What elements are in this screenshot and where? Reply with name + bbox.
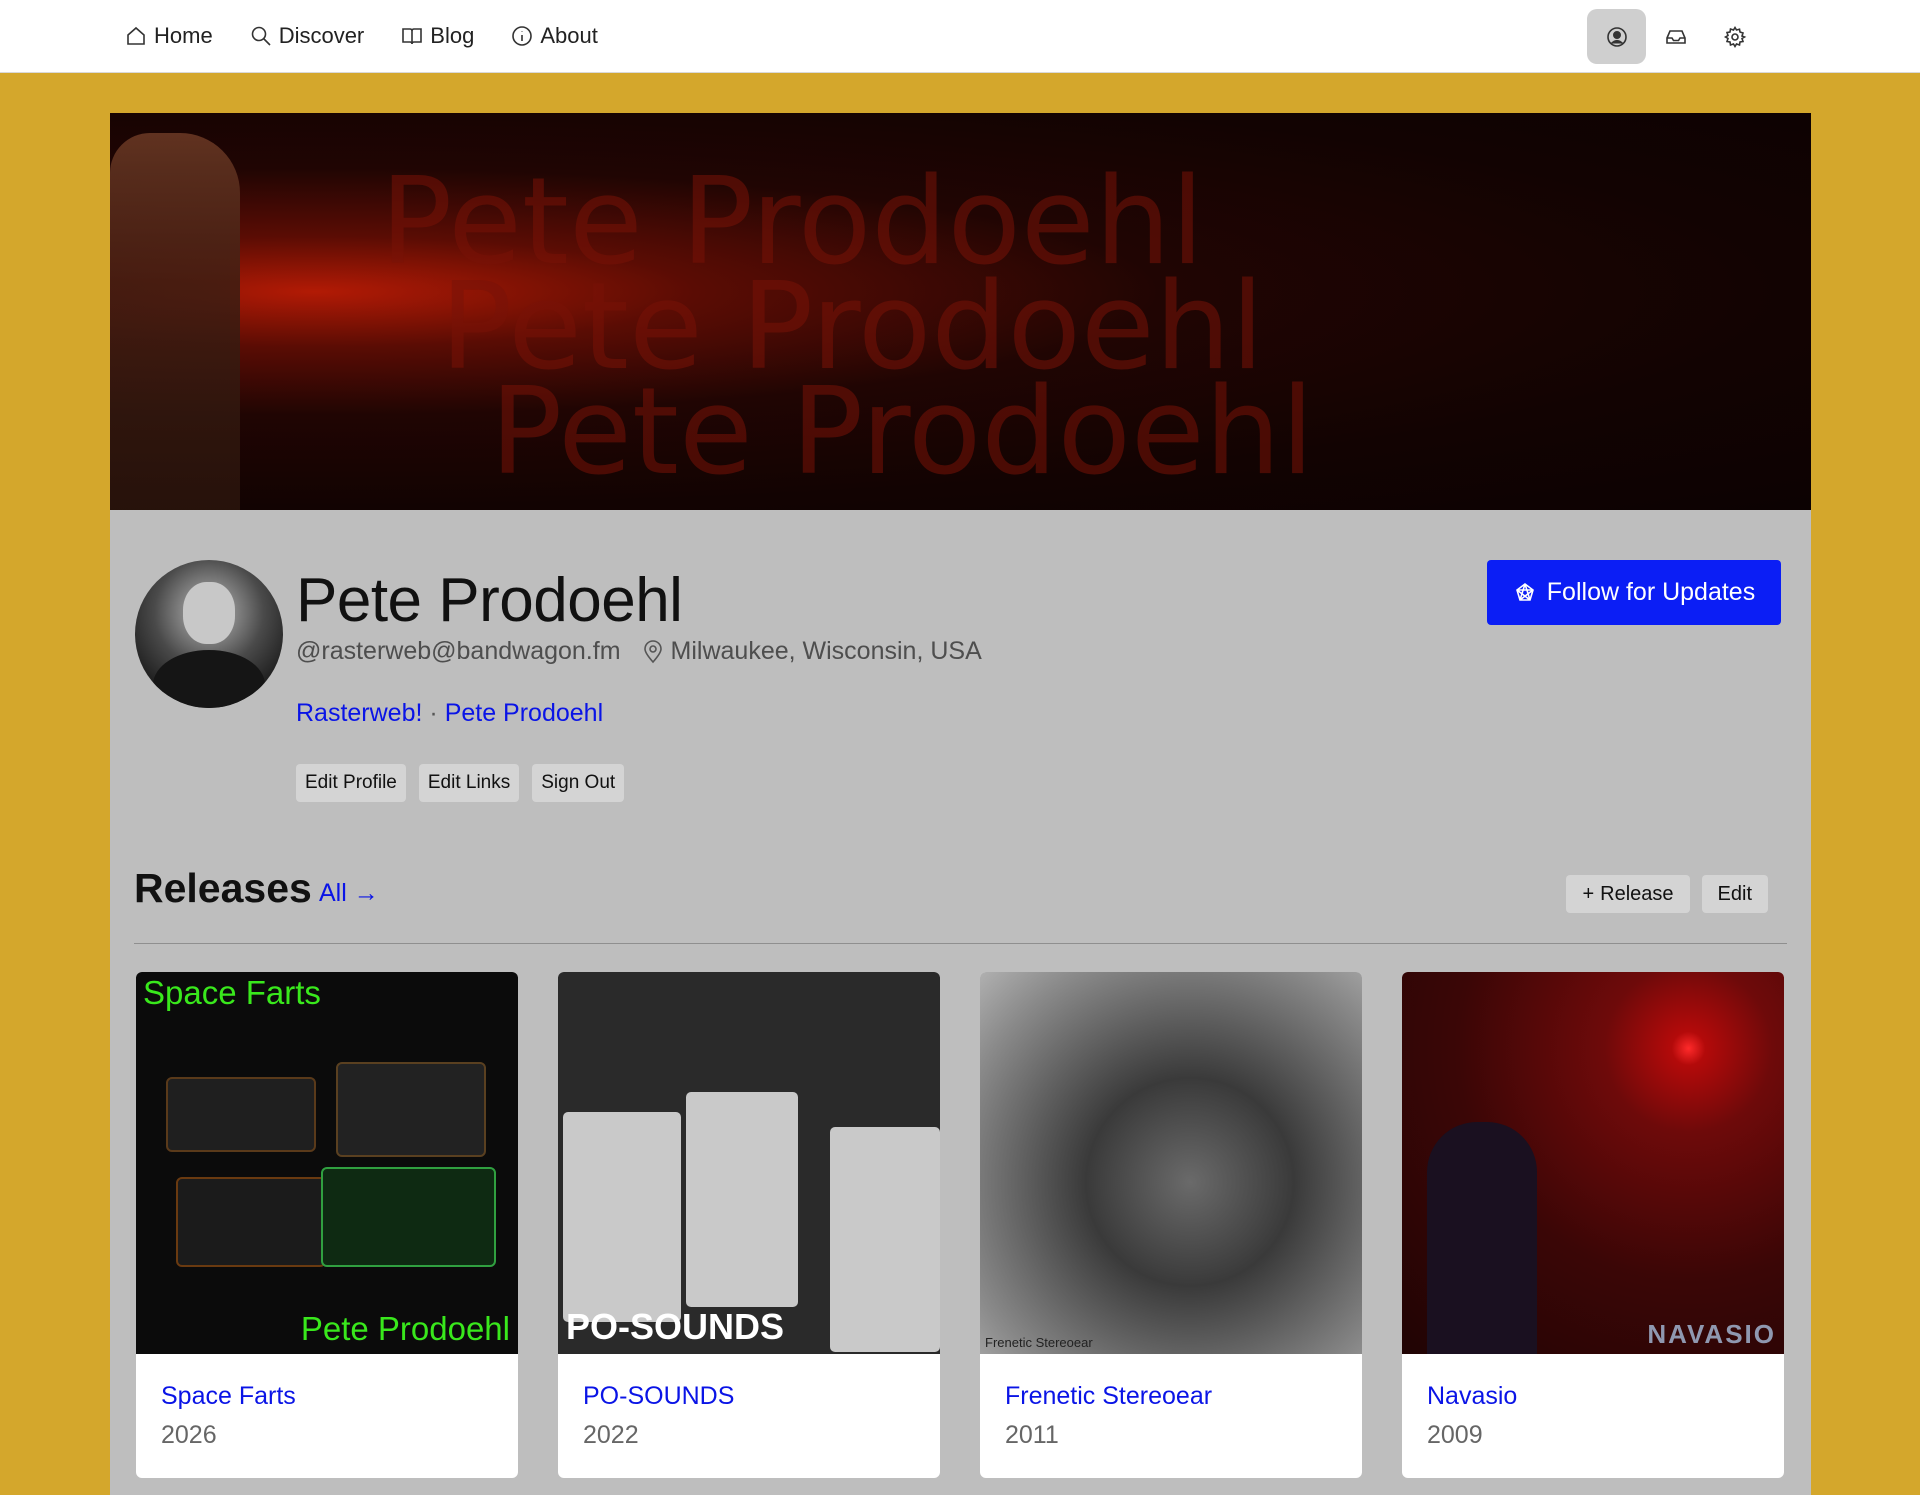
follow-button[interactable]: Follow for Updates [1487, 560, 1781, 625]
cover-text: Frenetic Stereoear [985, 1335, 1093, 1350]
nav-home-label: Home [154, 23, 213, 48]
profile-link[interactable]: Rasterweb! [296, 699, 422, 727]
add-release-label: Release [1600, 882, 1674, 905]
release-cover[interactable]: PO-SOUNDS [558, 972, 940, 1354]
add-release-button[interactable]: + Release [1566, 875, 1690, 913]
edit-profile-button[interactable]: Edit Profile [296, 764, 406, 802]
release-title[interactable]: Frenetic Stereoear [1005, 1382, 1337, 1411]
settings-button[interactable] [1705, 9, 1764, 64]
release-cover[interactable]: Frenetic Stereoear [980, 972, 1362, 1354]
release-cover[interactable]: NAVASIO [1402, 972, 1784, 1354]
nav-actions [1587, 9, 1764, 64]
top-nav: Home Discover Blog About [0, 0, 1920, 73]
nav-about-label: About [540, 23, 598, 48]
release-card[interactable]: Space Farts Pete Prodoehl Space Farts 20… [136, 972, 518, 1478]
cover-text: Pete Prodoehl [300, 1310, 510, 1347]
nav-links: Home Discover Blog About [124, 0, 598, 72]
cover-text: NAVASIO [1647, 1319, 1776, 1349]
release-title[interactable]: PO-SOUNDS [583, 1382, 915, 1411]
sign-out-button[interactable]: Sign Out [532, 764, 625, 802]
profile-meta: @rasterweb@bandwagon.fm Milwaukee, Wisco… [296, 637, 982, 666]
profile-button[interactable] [1587, 9, 1646, 64]
nav-discover[interactable]: Discover [249, 23, 365, 49]
info-icon [512, 26, 533, 46]
cover-text: PO-SOUNDS [566, 1306, 785, 1347]
release-cover[interactable]: Space Farts Pete Prodoehl [136, 972, 518, 1354]
search-icon [251, 26, 271, 46]
profile-location: Milwaukee, Wisconsin, USA [670, 637, 982, 665]
map-pin-icon [643, 639, 662, 663]
nav-blog[interactable]: Blog [400, 23, 474, 49]
home-icon [127, 26, 145, 45]
release-cards: Space Farts Pete Prodoehl Space Farts 20… [136, 972, 1784, 1478]
profile-links: Rasterweb! · Pete Prodoehl [296, 699, 603, 728]
nav-about[interactable]: About [510, 23, 598, 49]
release-title[interactable]: Space Farts [161, 1382, 493, 1411]
release-year: 2022 [583, 1421, 639, 1449]
book-icon [402, 28, 423, 45]
release-title[interactable]: Navasio [1427, 1382, 1759, 1411]
profile-name: Pete Prodoehl [296, 566, 683, 635]
releases-heading: Releases [134, 865, 312, 911]
profile-handle: @rasterweb@bandwagon.fm [296, 637, 621, 665]
profile-banner: Pete Prodoehl Pete Prodoehl Pete Prodoeh… [110, 113, 1811, 510]
banner-figure [110, 133, 240, 510]
release-card[interactable]: Frenetic Stereoear Frenetic Stereoear 20… [980, 972, 1362, 1478]
profile-link[interactable]: Pete Prodoehl [445, 699, 603, 727]
profile-panel: Pete Prodoehl Pete Prodoehl Pete Prodoeh… [110, 113, 1811, 1495]
avatar [135, 560, 283, 708]
divider [134, 943, 1787, 944]
inbox-icon [1665, 29, 1686, 44]
releases-actions: + Release Edit [1566, 875, 1768, 913]
edit-links-button[interactable]: Edit Links [418, 764, 520, 802]
banner-text: Pete Prodoehl [490, 363, 1315, 502]
profile-actions: Edit Profile Edit Links Sign Out [296, 764, 625, 802]
nav-blog-label: Blog [430, 23, 475, 48]
release-card[interactable]: PO-SOUNDS PO-SOUNDS 2022 [558, 972, 940, 1478]
cover-text: Space Farts [143, 974, 321, 1011]
gear-icon [1723, 25, 1746, 48]
fediverse-icon [1515, 582, 1534, 601]
release-year: 2011 [1005, 1421, 1059, 1449]
release-year: 2026 [161, 1421, 217, 1449]
release-card[interactable]: NAVASIO Navasio 2009 [1402, 972, 1784, 1478]
nav-home[interactable]: Home [124, 23, 213, 49]
user-circle-icon [1606, 26, 1627, 47]
plus-icon: + [1582, 882, 1595, 905]
release-year: 2009 [1427, 1421, 1483, 1449]
inbox-button[interactable] [1646, 9, 1705, 64]
link-separator: · [429, 699, 438, 727]
follow-button-label: Follow for Updates [1546, 578, 1756, 606]
edit-releases-button[interactable]: Edit [1701, 875, 1768, 913]
releases-all-link[interactable]: All → [319, 879, 379, 908]
nav-discover-label: Discover [278, 23, 365, 48]
